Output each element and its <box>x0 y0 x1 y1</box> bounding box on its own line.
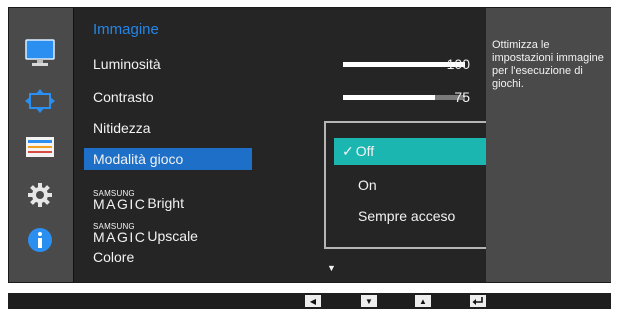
osd-window: Immagine Luminosità 100 Contrasto 75 Nit… <box>8 7 611 283</box>
menu-item-color[interactable]: Colore <box>93 246 134 268</box>
contrast-slider-fill <box>343 95 435 100</box>
gear-icon[interactable] <box>19 177 61 213</box>
menu-item-label: Luminosità <box>93 56 161 72</box>
help-text: Ottimizza le impostazioni immagine per l… <box>492 39 604 90</box>
onscreen-display-icon[interactable] <box>19 129 61 165</box>
magic-bright-label: SAMSUNG MAGIC Bright <box>93 190 184 212</box>
category-icon-column <box>9 8 73 282</box>
menu-item-label: Upscale <box>147 228 198 244</box>
option-label: Sempre acceso <box>358 208 456 224</box>
down-arrow-icon[interactable]: ▼ <box>361 295 377 307</box>
menu-item-sharpness[interactable]: Nitidezza <box>93 117 151 139</box>
picture-menu-panel: Immagine Luminosità 100 Contrasto 75 Nit… <box>73 8 536 282</box>
help-panel: Ottimizza le impostazioni immagine per l… <box>486 8 611 282</box>
scroll-down-icon[interactable]: ▼ <box>327 263 336 273</box>
menu-item-label: Bright <box>147 195 184 211</box>
menu-item-label: Contrasto <box>93 89 154 105</box>
button-guide-bar: ◀ ▼ ▲ <box>8 293 611 309</box>
menu-title: Immagine <box>93 21 159 38</box>
menu-item-magic-bright[interactable]: SAMSUNG MAGIC Bright <box>93 180 184 212</box>
up-arrow-icon[interactable]: ▲ <box>415 295 431 307</box>
magic-upscale-label: SAMSUNG MAGIC Upscale <box>93 223 198 245</box>
checkmark-icon: ✓ <box>342 143 354 159</box>
option-label: On <box>358 177 377 193</box>
enter-icon[interactable] <box>470 295 486 307</box>
contrast-value: 75 <box>454 89 470 105</box>
menu-item-magic-upscale[interactable]: SAMSUNG MAGIC Upscale <box>93 213 198 245</box>
picture-icon[interactable] <box>19 35 61 71</box>
menu-item-label: Colore <box>93 249 135 265</box>
brand-bottom-text: MAGIC <box>93 229 147 245</box>
menu-item-contrast[interactable]: Contrasto <box>93 86 154 108</box>
option-label: Off <box>355 143 375 159</box>
menu-item-brightness[interactable]: Luminosità <box>93 53 161 75</box>
info-icon[interactable] <box>19 222 61 258</box>
brand-bottom-text: MAGIC <box>93 196 147 212</box>
menu-item-game-mode[interactable]: Modalità gioco <box>84 148 252 170</box>
samsung-magic-brand: SAMSUNG MAGIC <box>93 223 147 245</box>
brightness-value: 100 <box>446 56 470 72</box>
samsung-magic-brand: SAMSUNG MAGIC <box>93 190 147 212</box>
left-arrow-icon[interactable]: ◀ <box>305 295 321 307</box>
resize-icon[interactable] <box>19 83 61 119</box>
menu-item-label: Nitidezza <box>93 120 151 136</box>
menu-item-label: Modalità gioco <box>93 151 184 167</box>
